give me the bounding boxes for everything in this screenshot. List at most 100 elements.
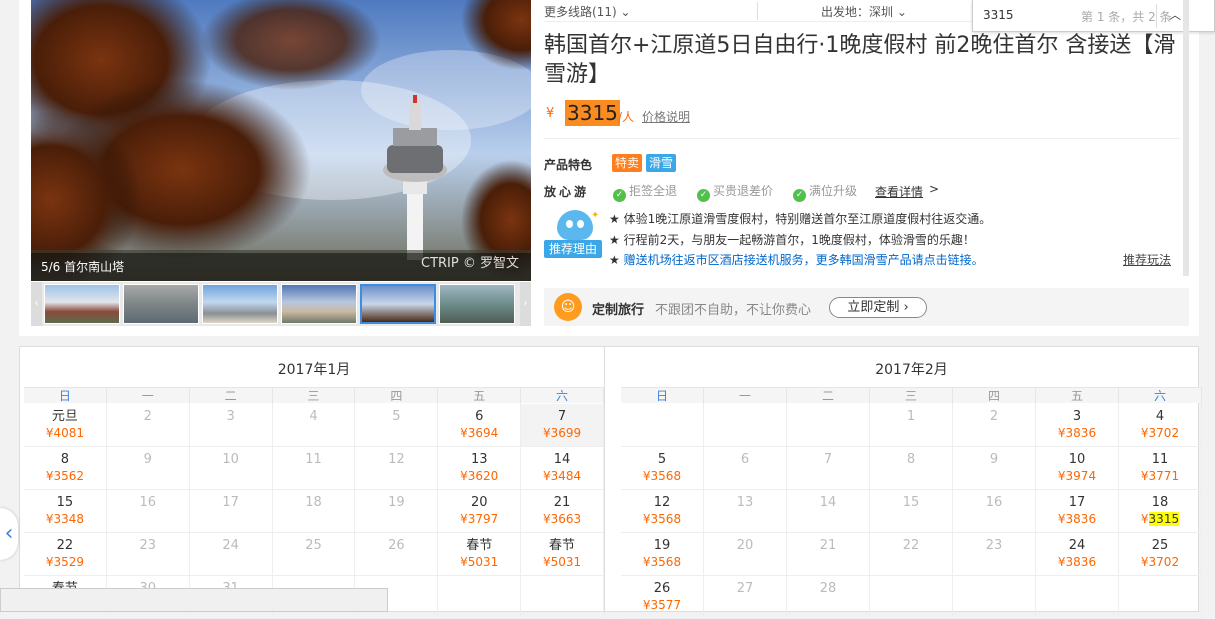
calendar-day[interactable]: 10 ¥3974 [1036, 447, 1119, 490]
day-price [787, 468, 869, 484]
calendar-day: 4 [272, 404, 356, 447]
weekday-label: 六 [521, 388, 604, 404]
day-price: ¥3702 [1140, 555, 1180, 569]
day-price: ¥3694 [460, 426, 499, 440]
calendar-day[interactable]: 春节 ¥5031 [521, 533, 604, 576]
departure-dropdown[interactable]: 出发地：深圳 ⌄ [821, 3, 907, 20]
calendar-day [1119, 576, 1202, 619]
thumb-prev-icon[interactable]: ‹ [31, 282, 42, 326]
recommend-label: 推荐理由 [544, 240, 602, 258]
day-number: 17 [222, 495, 239, 510]
calendar-day[interactable]: 15 ¥3348 [24, 490, 107, 533]
hero-photo-namsan-tower[interactable]: 5/6 首尔南山塔 CTRIP © 罗智文 [31, 0, 531, 281]
day-price [190, 554, 272, 570]
panel-scrollbar[interactable] [1183, 0, 1189, 276]
day-number: 16 [985, 495, 1003, 510]
thumbnail-strip: ‹ › [31, 282, 531, 326]
thumbnail-3[interactable] [202, 284, 278, 324]
chevron-left-icon[interactable]: ‹ [0, 508, 18, 560]
calendar-day[interactable]: 22 ¥3529 [24, 533, 107, 576]
thumbnail-6[interactable] [439, 284, 515, 324]
day-number: 14 [553, 452, 571, 467]
view-details-link[interactable]: 查看详情 [875, 183, 923, 200]
day-price [787, 511, 869, 527]
calendar-day[interactable]: 13 ¥3620 [438, 447, 522, 490]
thumb-next-icon[interactable]: › [520, 282, 531, 326]
day-price [355, 511, 437, 527]
chevron-up-icon[interactable]: ︿ [1169, 6, 1181, 23]
day-price [273, 468, 355, 484]
day-number: 8 [60, 452, 70, 467]
day-number: 1 [906, 409, 916, 424]
more-routes-dropdown[interactable]: 更多线路(11) ⌄ [544, 3, 631, 20]
calendar-day[interactable]: 14 ¥3484 [521, 447, 604, 490]
find-in-page-bar: 3315 第 1 条，共 2 条 ︿ [972, 0, 1215, 32]
tag-ski: 滑雪 [646, 154, 677, 172]
thumbnail-4[interactable] [281, 284, 357, 324]
day-price [273, 425, 355, 441]
calendar-day[interactable]: 8 ¥3562 [24, 447, 107, 490]
photo-watermark: CTRIP © 罗智文 [421, 256, 519, 271]
calendar-day: 21 [787, 533, 870, 576]
calendar-day[interactable]: 4 ¥3702 [1119, 404, 1202, 447]
calendar-day[interactable]: 21 ¥3663 [521, 490, 604, 533]
calendar-day: 18 [272, 490, 356, 533]
calendar-day[interactable]: 17 ¥3836 [1036, 490, 1119, 533]
find-input[interactable]: 3315 [983, 8, 1014, 22]
calendar-day[interactable]: 5 ¥3568 [621, 447, 704, 490]
day-price [870, 425, 952, 441]
calendar-day [521, 576, 604, 619]
thumbnail-5[interactable] [360, 284, 436, 324]
day-number: 12 [388, 452, 405, 467]
weekday-label: 五 [438, 388, 522, 404]
fangxin-label: 放心游 [544, 185, 590, 199]
thumbnail-1[interactable] [44, 284, 120, 324]
day-price: ¥3620 [460, 469, 499, 483]
recommend-line-3: ★ 赠送机场往返市区酒店接送机服务，更多韩国滑雪产品请点击链接。 [609, 253, 984, 267]
calendar-day[interactable]: 11 ¥3771 [1119, 447, 1202, 490]
day-number: 25 [1151, 538, 1169, 553]
day-price [438, 597, 520, 613]
calendar-day[interactable]: 18 ¥3315 [1119, 490, 1202, 533]
calendar-day[interactable]: 19 ¥3568 [621, 533, 704, 576]
recommend-line-1: ★ 体验1晚江原道滑雪度假村，特别赠送首尔至江原道度假村往返交通。 [609, 212, 992, 226]
calendar-day[interactable]: 元旦 ¥4081 [24, 404, 107, 447]
day-grid: 1 2 3 ¥3836 4 ¥3702 5 ¥3568 6 7 8 9 10 ¥3974 11 ¥3771 12… [621, 404, 1202, 619]
weekday-label: 一 [107, 388, 190, 404]
day-number: 5 [657, 452, 667, 467]
calendar-day: 11 [272, 447, 356, 490]
day-number: 10 [1068, 452, 1086, 467]
calendar-day[interactable]: 26 ¥3577 [621, 576, 704, 619]
day-number: 26 [653, 581, 671, 596]
mascot-icon [557, 210, 593, 240]
calendar-day[interactable]: 20 ¥3797 [438, 490, 522, 533]
price-note-link[interactable]: 价格说明 [642, 108, 690, 125]
weekday-label: 二 [787, 388, 870, 404]
transfer-service-link[interactable]: 赠送机场往返市区酒店接送机服务，更多韩国滑雪产品请点击链接。 [624, 253, 984, 267]
thumbnail-2[interactable] [123, 284, 199, 324]
calendar-day[interactable]: 12 ¥3568 [621, 490, 704, 533]
day-price [787, 425, 869, 441]
calendar-day[interactable]: 3 ¥3836 [1036, 404, 1119, 447]
calendar-day[interactable]: 6 ¥3694 [438, 404, 522, 447]
day-number: 4 [309, 409, 318, 424]
recommended-play-link[interactable]: 推荐玩法 [1123, 251, 1171, 268]
calendar-day[interactable]: 25 ¥3702 [1119, 533, 1202, 576]
day-price [273, 511, 355, 527]
horizontal-scrollbar[interactable] [0, 588, 388, 612]
price-calendar: 2017年1月 日一二三四五六 元旦 ¥4081 2 3 4 5 6 ¥3694 7 ¥3699 8… [19, 346, 1202, 619]
day-number: 16 [139, 495, 157, 510]
calendar-day: 20 [704, 533, 787, 576]
calendar-day[interactable]: 24 ¥3836 [1036, 533, 1119, 576]
guarantee-upgrade: ✓ 满位升级 [793, 182, 857, 202]
day-number: 春节 [549, 538, 576, 553]
calendar-day[interactable]: 7 ¥3699 [521, 404, 604, 447]
custom-now-button[interactable]: 立即定制 › [829, 297, 927, 318]
calendar-day: 3 [189, 404, 273, 447]
day-number: 19 [388, 495, 405, 510]
tag-sale: 特卖 [612, 154, 643, 172]
day-number: 3 [226, 409, 235, 424]
calendar-day[interactable]: 春节 ¥5031 [438, 533, 522, 576]
calendar-day: 5 [355, 404, 439, 447]
day-number: 3 [1072, 409, 1082, 424]
